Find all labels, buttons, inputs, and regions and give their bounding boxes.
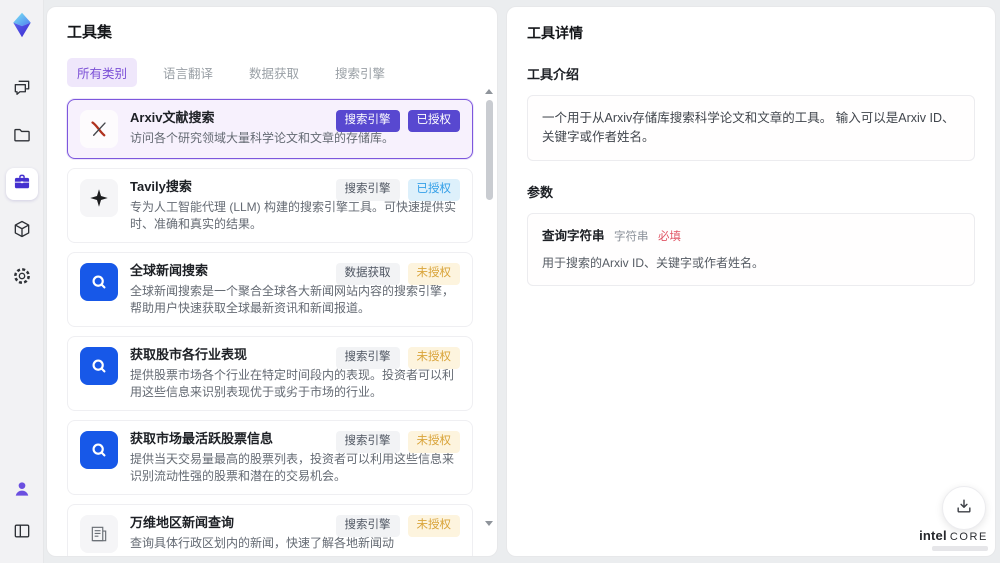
sidebar-item-files[interactable] [6,121,38,153]
category-badge: 搜索引擎 [335,431,400,453]
tool-description: 查询具体行政区划内的新闻，快速了解各地新闻动 [130,536,395,550]
auth-status-badge: 未授权 [407,515,460,537]
sidebar-item-settings[interactable] [6,262,38,294]
list-scrollbar[interactable] [484,89,494,526]
chat-icon [12,78,32,103]
auth-status-badge: 已授权 [407,179,460,201]
tool-list-item[interactable]: 全球新闻搜索 全球新闻搜索是一个聚合全球各大新闻网站内容的搜索引擎，帮助用户快速… [67,252,473,327]
user-icon [12,479,32,504]
tool-description: 专为人工智能代理 (LLM) 构建的搜索引擎工具。可快速提供实时、准确和真实的结… [130,200,457,231]
category-tab[interactable]: 所有类别 [67,58,138,87]
tool-list-item[interactable]: Tavily搜索 专为人工智能代理 (LLM) 构建的搜索引擎工具。可快速提供实… [67,168,473,243]
region-news-icon [80,515,118,553]
tab-label: 搜索引擎 [335,67,386,81]
category-badge: 搜索引擎 [335,110,400,132]
category-tabs: 所有类别 语言翻译 数据获取 搜索引擎 [67,58,497,87]
tool-list-item[interactable]: Arxiv文献搜索 访问各个研究领域大量科学论文和文章的存储库。 搜索引擎 已授… [67,99,473,159]
folder-icon [12,125,32,150]
param-required-flag: 必填 [657,230,681,243]
auth-status-badge: 未授权 [407,347,460,369]
tool-list-item[interactable]: 获取股市各行业表现 提供股票市场各个行业在特定时间段内的表现。投资者可以利用这些… [67,336,473,411]
download-icon [954,496,974,521]
briefcase-icon [12,172,32,197]
tool-list: Arxiv文献搜索 访问各个研究领域大量科学论文和文章的存储库。 搜索引擎 已授… [67,99,497,556]
sidebar-item-account[interactable] [6,475,38,507]
scrollbar-thumb[interactable] [485,100,493,200]
tool-description: 提供当天交易量最高的股票列表，投资者可以利用这些信息来识别流动性强的股票和潜在的… [130,452,455,483]
tab-label: 语言翻译 [163,67,214,81]
app-logo [7,10,37,40]
tab-label: 所有类别 [77,67,128,81]
auth-status-badge: 未授权 [407,431,460,453]
params-heading: 参数 [527,184,554,200]
category-badge: 数据获取 [335,263,400,285]
category-badge: 搜索引擎 [335,515,400,537]
param-description: 用于搜索的Arxiv ID、关键字或作者姓名。 [542,255,765,270]
category-tab[interactable]: 搜索引擎 [325,58,395,87]
icon-rail [0,0,44,563]
tool-detail-panel: 工具详情 工具介绍 一个用于从Arxiv存储库搜索科学论文和文章的工具。 输入可… [506,6,996,557]
tool-list-item[interactable]: 万维地区新闻查询 查询具体行政区划内的新闻，快速了解各地新闻动 搜索引擎 未授权 [67,504,473,556]
category-badge: 搜索引擎 [335,179,400,201]
panel-toggle-icon [12,521,32,546]
stock-active-icon [80,431,118,469]
param-type: 字符串 [614,230,649,243]
tool-description: 提供股票市场各个行业在特定时间段内的表现。投资者可以利用这些信息来识别表现优于或… [130,368,455,399]
sidebar-item-collapse[interactable] [6,517,38,549]
arxiv-icon [80,110,118,148]
intel-wordmark: intel [919,528,947,543]
intel-logo-subtext [932,546,988,551]
rail-bottom [6,475,38,549]
tool-list-item[interactable]: 获取市场最活跃股票信息 提供当天交易量最高的股票列表，投资者可以利用这些信息来识… [67,420,473,495]
sidebar-item-models[interactable] [6,215,38,247]
scrollbar-up-arrow[interactable] [485,89,493,94]
news-search-icon [80,263,118,301]
category-tab[interactable]: 数据获取 [239,58,309,87]
scrollbar-down-arrow[interactable] [485,521,493,526]
tab-label: 数据获取 [249,67,300,81]
param-name: 查询字符串 [542,228,605,243]
detail-title: 工具详情 [527,25,583,41]
tool-description: 访问各个研究领域大量科学论文和文章的存储库。 [130,131,395,145]
auth-status-badge: 已授权 [407,110,460,132]
category-badge: 搜索引擎 [335,347,400,369]
core-wordmark: CORE [949,531,988,543]
stock-sector-icon [80,347,118,385]
intro-box: 一个用于从Arxiv存储库搜索科学论文和文章的工具。 输入可以是Arxiv ID… [527,95,975,161]
intel-core-logo: intel CORE [919,528,988,551]
download-button[interactable] [942,486,986,530]
tavily-icon [80,179,118,217]
auth-status-badge: 未授权 [407,263,460,285]
gear-icon [12,266,32,291]
rail-nav [5,74,38,294]
cube-icon [12,219,32,244]
tool-description: 全球新闻搜索是一个聚合全球各大新闻网站内容的搜索引擎，帮助用户快速获取全球最新资… [130,284,455,315]
tool-list-panel: 工具集 所有类别 语言翻译 数据获取 搜索引擎 Arxiv文献搜索 访问各个研究… [46,6,498,557]
category-tab[interactable]: 语言翻译 [153,58,223,87]
intro-heading: 工具介绍 [527,67,580,82]
sidebar-item-chat[interactable] [6,74,38,106]
page-title: 工具集 [67,24,113,41]
param-box: 查询字符串 字符串 必填 用于搜索的Arxiv ID、关键字或作者姓名。 [527,212,975,286]
sidebar-item-tools[interactable] [5,168,38,200]
